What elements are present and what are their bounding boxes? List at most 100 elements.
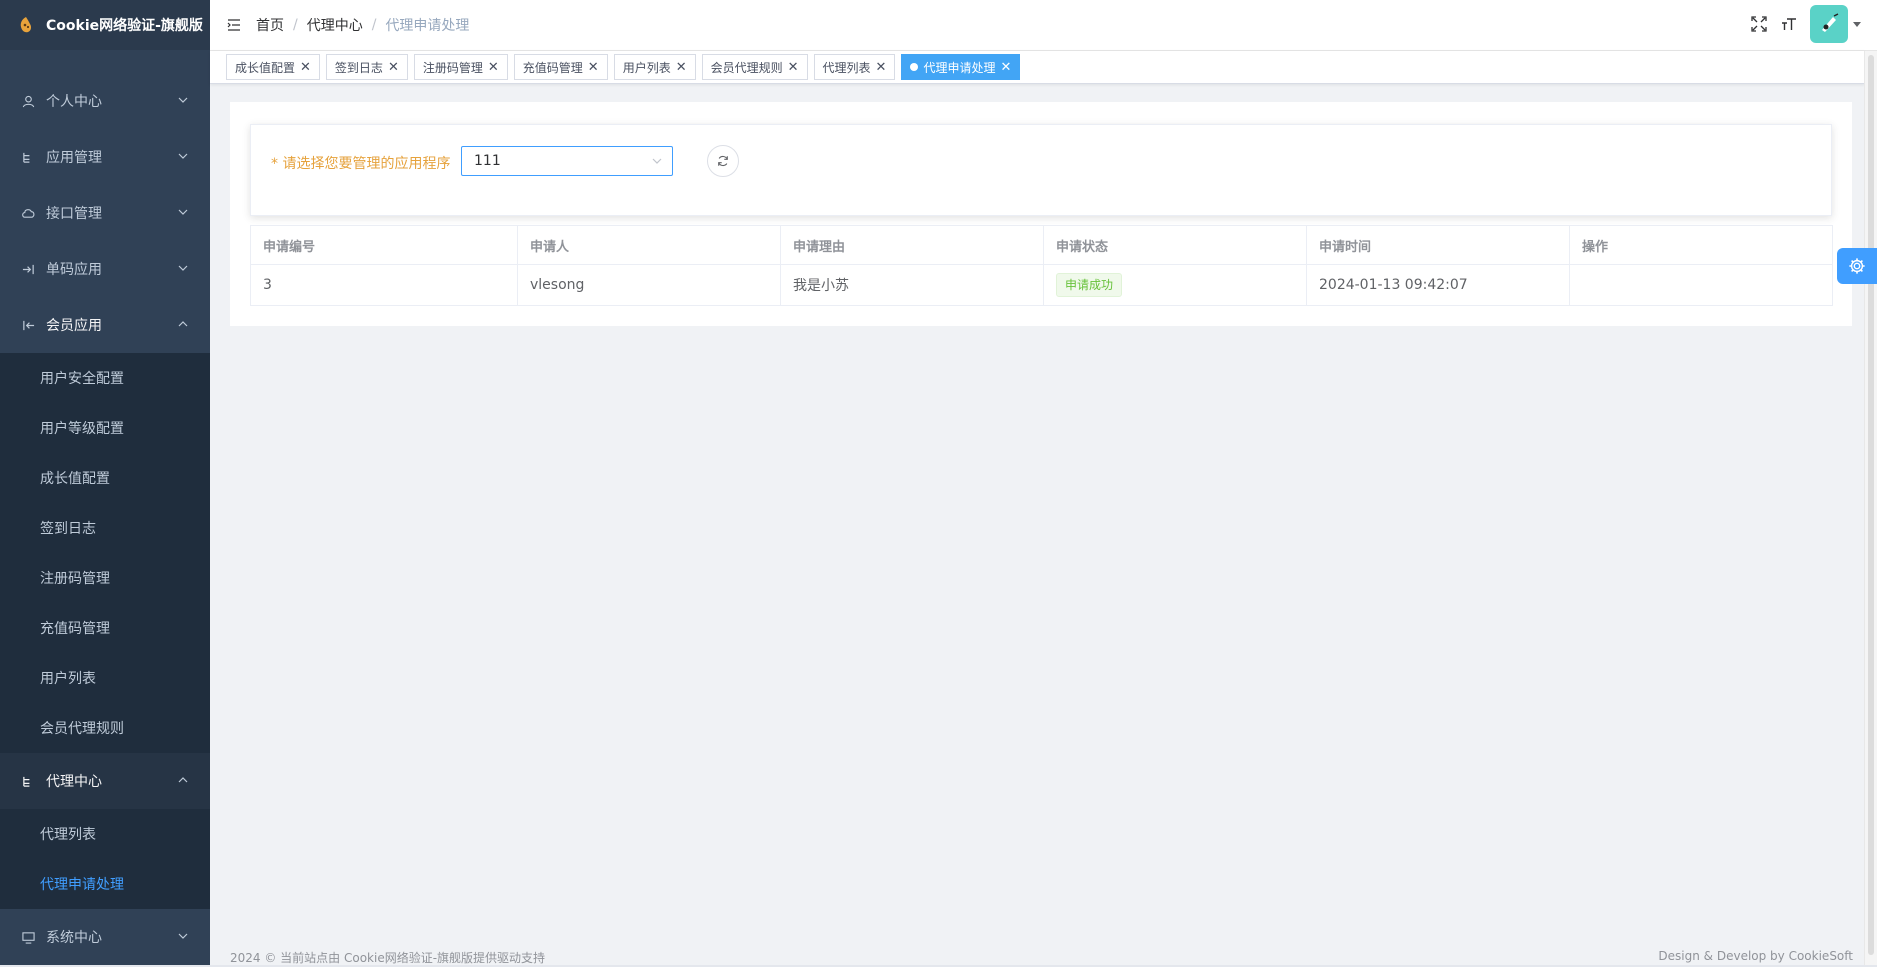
sidebar-item-user-level[interactable]: 用户等级配置 bbox=[0, 403, 210, 453]
tree-icon bbox=[20, 773, 36, 789]
column-header: 申请时间 bbox=[1306, 225, 1570, 265]
sidebar-item-api[interactable]: 接口管理 bbox=[0, 185, 210, 241]
fullscreen-icon[interactable] bbox=[1750, 15, 1768, 33]
sidebar-item-member-agent-rule[interactable]: 会员代理规则 bbox=[0, 703, 210, 753]
app-select-label: * 请选择您要管理的应用程序 bbox=[271, 156, 451, 172]
sidebar: Cookie网络验证-旗舰版 个人中心 应用管理 接口管理 单码应用 会员应用 … bbox=[0, 0, 210, 967]
close-icon[interactable]: ✕ bbox=[876, 60, 887, 75]
app-select-value: 111 bbox=[474, 153, 501, 169]
sidebar-item-user-list[interactable]: 用户列表 bbox=[0, 653, 210, 703]
sidebar-item-label: 单码应用 bbox=[46, 262, 102, 278]
header-actions bbox=[1750, 5, 1861, 43]
tags-view: 成长值配置 ✕ 签到日志 ✕ 注册码管理 ✕ 充值码管理 ✕ 用户列表 ✕ 会员代理规则 ✕… bbox=[210, 51, 1865, 84]
sidebar-item-checkin-log[interactable]: 签到日志 bbox=[0, 503, 210, 553]
tag-member-agent-rule[interactable]: 会员代理规则 ✕ bbox=[701, 54, 808, 80]
cloud-icon bbox=[20, 205, 36, 221]
chevron-down-icon bbox=[178, 265, 188, 271]
tag-growth[interactable]: 成长值配置 ✕ bbox=[226, 54, 320, 80]
cell-time: 2024-01-13 09:42:07 bbox=[1306, 264, 1570, 306]
sidebar-item-single-code[interactable]: 单码应用 bbox=[0, 241, 210, 297]
breadcrumb-separator: / bbox=[293, 17, 298, 33]
chevron-down-icon bbox=[652, 158, 662, 164]
avatar-image-icon bbox=[1822, 13, 1839, 32]
sidebar-item-label: 系统中心 bbox=[46, 930, 102, 946]
caret-down-icon[interactable] bbox=[1853, 21, 1861, 27]
cell-reason: 我是小苏 bbox=[780, 264, 1044, 306]
app-logo[interactable]: Cookie网络验证-旗舰版 bbox=[0, 0, 210, 50]
sidebar-item-apps[interactable]: 应用管理 bbox=[0, 129, 210, 185]
filter-card: * 请选择您要管理的应用程序 111 bbox=[250, 124, 1832, 216]
close-icon[interactable]: ✕ bbox=[488, 60, 499, 75]
tag-user-list[interactable]: 用户列表 ✕ bbox=[613, 54, 696, 80]
breadcrumb-home[interactable]: 首页 bbox=[256, 15, 284, 35]
hamburger-icon[interactable] bbox=[226, 17, 242, 33]
column-header: 申请理由 bbox=[780, 225, 1044, 265]
cell-action bbox=[1569, 264, 1833, 306]
apply-table: 申请编号 申请人 申请理由 申请状态 申请时间 操作 3 vlesong 我是小… bbox=[250, 225, 1833, 306]
cell-status: 申请成功 bbox=[1043, 264, 1307, 306]
sidebar-item-agent-apply[interactable]: 代理申请处理 bbox=[0, 859, 210, 909]
tag-label: 会员代理规则 bbox=[710, 60, 783, 75]
chevron-down-icon bbox=[178, 97, 188, 103]
sidebar-item-profile[interactable]: 个人中心 bbox=[0, 73, 210, 129]
chevron-down-icon bbox=[178, 153, 188, 159]
close-icon[interactable]: ✕ bbox=[788, 60, 799, 75]
status-badge: 申请成功 bbox=[1056, 273, 1123, 297]
sidebar-item-member[interactable]: 会员应用 bbox=[0, 297, 210, 353]
cell-id: 3 bbox=[250, 264, 518, 306]
breadcrumb-current: 代理申请处理 bbox=[385, 18, 470, 34]
vertical-scrollbar[interactable] bbox=[1864, 51, 1877, 967]
tag-agent-apply[interactable]: 代理申请处理 ✕ bbox=[901, 54, 1021, 80]
tag-agent-list[interactable]: 代理列表 ✕ bbox=[813, 54, 896, 80]
chevron-up-icon bbox=[178, 321, 188, 327]
tag-label: 注册码管理 bbox=[422, 60, 483, 75]
sidebar-item-system[interactable]: 系统中心 bbox=[0, 909, 210, 965]
monitor-icon bbox=[20, 929, 36, 945]
chevron-up-icon bbox=[178, 777, 188, 783]
close-icon[interactable]: ✕ bbox=[300, 60, 311, 75]
footer-left: 2024 © 当前站点由 Cookie网络验证-旗舰版提供驱动支持 bbox=[230, 951, 546, 965]
sidebar-item-label: 应用管理 bbox=[46, 150, 102, 166]
tag-label: 签到日志 bbox=[334, 60, 383, 75]
tag-label: 代理列表 bbox=[822, 60, 871, 75]
main-card: * 请选择您要管理的应用程序 111 申请编号 申请人 申请理由 申请状态 申请… bbox=[230, 102, 1852, 326]
active-dot-icon bbox=[910, 63, 919, 71]
chevron-down-icon bbox=[178, 209, 188, 215]
close-icon[interactable]: ✕ bbox=[388, 60, 399, 75]
tag-checkin-log[interactable]: 签到日志 ✕ bbox=[325, 54, 408, 80]
tree-icon bbox=[20, 149, 36, 165]
tag-recharge-code[interactable]: 充值码管理 ✕ bbox=[513, 54, 608, 80]
sidebar-item-reg-code[interactable]: 注册码管理 bbox=[0, 553, 210, 603]
sidebar-item-label: 代理中心 bbox=[46, 774, 102, 790]
tag-label: 用户列表 bbox=[622, 60, 671, 75]
breadcrumb-separator: / bbox=[371, 17, 377, 33]
breadcrumb-agent-center[interactable]: 代理中心 bbox=[307, 15, 363, 35]
refresh-icon bbox=[718, 155, 728, 167]
refresh-button[interactable] bbox=[707, 145, 739, 177]
app-select[interactable]: 111 bbox=[461, 146, 673, 176]
close-icon[interactable]: ✕ bbox=[676, 60, 687, 75]
column-header: 操作 bbox=[1569, 225, 1833, 265]
footer-right: Design & Develop by CookieSoft bbox=[1658, 949, 1853, 963]
member-submenu: 用户安全配置 用户等级配置 成长值配置 签到日志 注册码管理 充值码管理 用户列… bbox=[0, 353, 210, 753]
settings-button[interactable] bbox=[1837, 248, 1877, 284]
sidebar-item-recharge-code[interactable]: 充值码管理 bbox=[0, 603, 210, 653]
agent-submenu: 代理列表 代理申请处理 bbox=[0, 809, 210, 909]
gear-icon bbox=[1849, 258, 1865, 274]
sidebar-item-label: 个人中心 bbox=[46, 94, 102, 110]
close-icon[interactable]: ✕ bbox=[588, 60, 599, 75]
scrollbar-thumb[interactable] bbox=[1868, 55, 1874, 955]
sidebar-item-label: 会员应用 bbox=[46, 318, 102, 334]
sidebar-item-user-security[interactable]: 用户安全配置 bbox=[0, 353, 210, 403]
close-icon[interactable]: ✕ bbox=[1000, 60, 1011, 75]
avatar[interactable] bbox=[1810, 5, 1848, 43]
tag-reg-code[interactable]: 注册码管理 ✕ bbox=[413, 54, 508, 80]
top-header: 首页 / 代理中心 / 代理申请处理 bbox=[210, 0, 1877, 51]
column-header: 申请人 bbox=[517, 225, 781, 265]
chevron-down-icon bbox=[178, 933, 188, 939]
sidebar-item-growth[interactable]: 成长值配置 bbox=[0, 453, 210, 503]
sidebar-item-agent-list[interactable]: 代理列表 bbox=[0, 809, 210, 859]
cell-applicant: vlesong bbox=[517, 264, 781, 306]
sidebar-item-agent[interactable]: 代理中心 bbox=[0, 753, 210, 809]
font-size-icon[interactable] bbox=[1780, 15, 1798, 33]
